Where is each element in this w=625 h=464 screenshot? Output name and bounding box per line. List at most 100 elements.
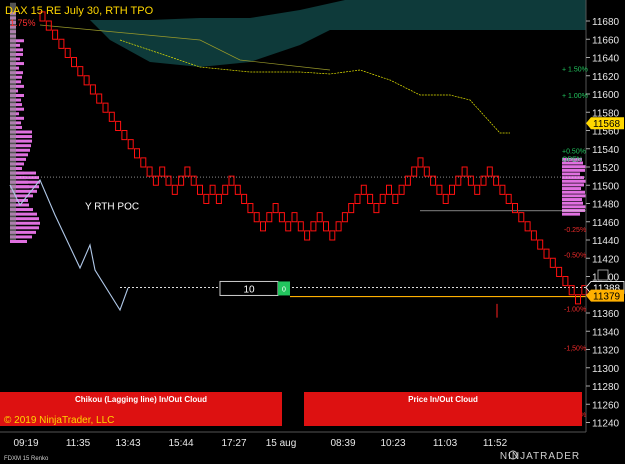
renko-brick [127,139,134,150]
renko-brick [203,193,210,204]
x-tick-label: 11:03 [433,438,458,449]
renko-brick [215,193,222,204]
y-tick-label: 11620 [592,72,620,83]
y-tick-label: 11340 [592,327,620,338]
renko-brick [310,221,317,232]
renko-brick [184,166,191,177]
poc-annotation: Y RTH POC [85,201,139,212]
renko-brick [190,175,197,186]
renko-brick [398,184,405,195]
y-tick-label: 11600 [592,90,620,101]
renko-brick [549,257,556,268]
renko-brick [108,111,115,122]
renko-brick [474,184,481,195]
tpo-row-right [562,194,586,198]
renko-brick [247,203,254,214]
renko-brick [77,66,84,77]
renko-brick [58,38,65,49]
renko-brick [304,230,311,241]
renko-brick [386,184,392,195]
signal-bar-price-label: Price In/Out Cloud [408,395,478,404]
renko-brick [461,166,468,177]
percent-level-label: -0.50% [564,253,586,260]
renko-brick [115,120,122,131]
renko-brick [556,266,563,277]
renko-brick [411,166,418,177]
tpo-row-right [562,165,586,169]
copyright-text: © 2019 NinjaTrader, LLC [4,415,114,426]
renko-brick [423,166,430,177]
tpo-row-right [562,205,586,209]
tpo-row-right [562,176,584,180]
y-tick-label: 11280 [592,382,620,393]
x-tick-label: 11:35 [66,438,91,449]
scale-toggle-button[interactable] [597,269,609,281]
percent-level-label: -1.00% [564,306,586,313]
renko-brick [266,212,273,223]
renko-brick [404,175,411,186]
x-tick-label: 10:23 [380,438,405,449]
renko-brick [442,193,449,204]
renko-brick [449,184,455,195]
y-tick-label: 11480 [592,200,620,211]
renko-brick [222,184,229,195]
renko-brick [436,184,443,195]
renko-brick [417,157,424,168]
tpo-row-right [562,187,581,191]
tpo-value-area [10,2,16,240]
x-tick-label: 11:52 [483,438,508,449]
renko-brick [152,175,159,186]
tpo-row-right [562,183,584,187]
renko-brick [562,276,569,287]
renko-brick [241,193,248,204]
x-tick-label: 08:39 [330,438,355,449]
x-tick-label: 09:19 [13,438,38,449]
percent-level-label: OPEN [562,157,582,164]
chart-title: DAX 15 RE July 30, RTH TPO [5,5,154,17]
renko-brick [253,212,260,223]
renko-brick [146,166,153,177]
y-tick-label: 11540 [592,145,620,156]
renko-brick [335,221,342,232]
y-tick-label: 11660 [592,35,620,46]
renko-brick [348,203,355,214]
tpo-row-right [562,201,583,205]
tpo-row-right [562,190,585,194]
x-tick-label: 13:43 [115,438,140,449]
tpo-row-right [562,179,586,183]
renko-chart[interactable]: Y RTH POC 10 0 11240 11260 11280 11300 11320 113… [0,0,625,464]
renko-brick [297,221,304,232]
renko-brick [159,166,166,177]
renko-brick [518,212,525,223]
renko-brick [486,166,493,177]
renko-brick [480,175,487,186]
y-tick-label: 11260 [592,400,620,411]
ichimoku-cloud [90,0,586,67]
renko-brick [228,175,235,186]
renko-brick [165,175,172,186]
instrument-label: FDXM 15 Renko [4,456,49,462]
renko-brick [512,203,518,214]
price-tag-label: 11379 [593,292,621,303]
y-tick-label: 11640 [592,54,620,65]
y-tick-label: 11360 [592,309,620,320]
renko-brick [52,29,59,40]
renko-brick [493,175,500,186]
y-tick-label: 11460 [592,218,620,229]
renko-brick [234,184,241,195]
signal-bar-chikou-label: Chikou (Lagging line) In/Out Cloud [75,395,207,404]
renko-brick [89,84,96,95]
renko-brick [102,102,109,113]
renko-brick [455,175,462,186]
renko-brick [537,239,544,250]
renko-brick [467,175,474,186]
renko-brick [140,157,147,168]
renko-brick [505,193,512,204]
y-tick-label: 11500 [592,181,620,192]
price-tag-label: 11568 [593,119,621,130]
renko-brick [392,193,399,204]
renko-brick [272,203,279,214]
renko-brick [323,221,329,232]
y-tick-label: 11420 [592,254,620,265]
y-tick-label: 11240 [592,419,620,430]
